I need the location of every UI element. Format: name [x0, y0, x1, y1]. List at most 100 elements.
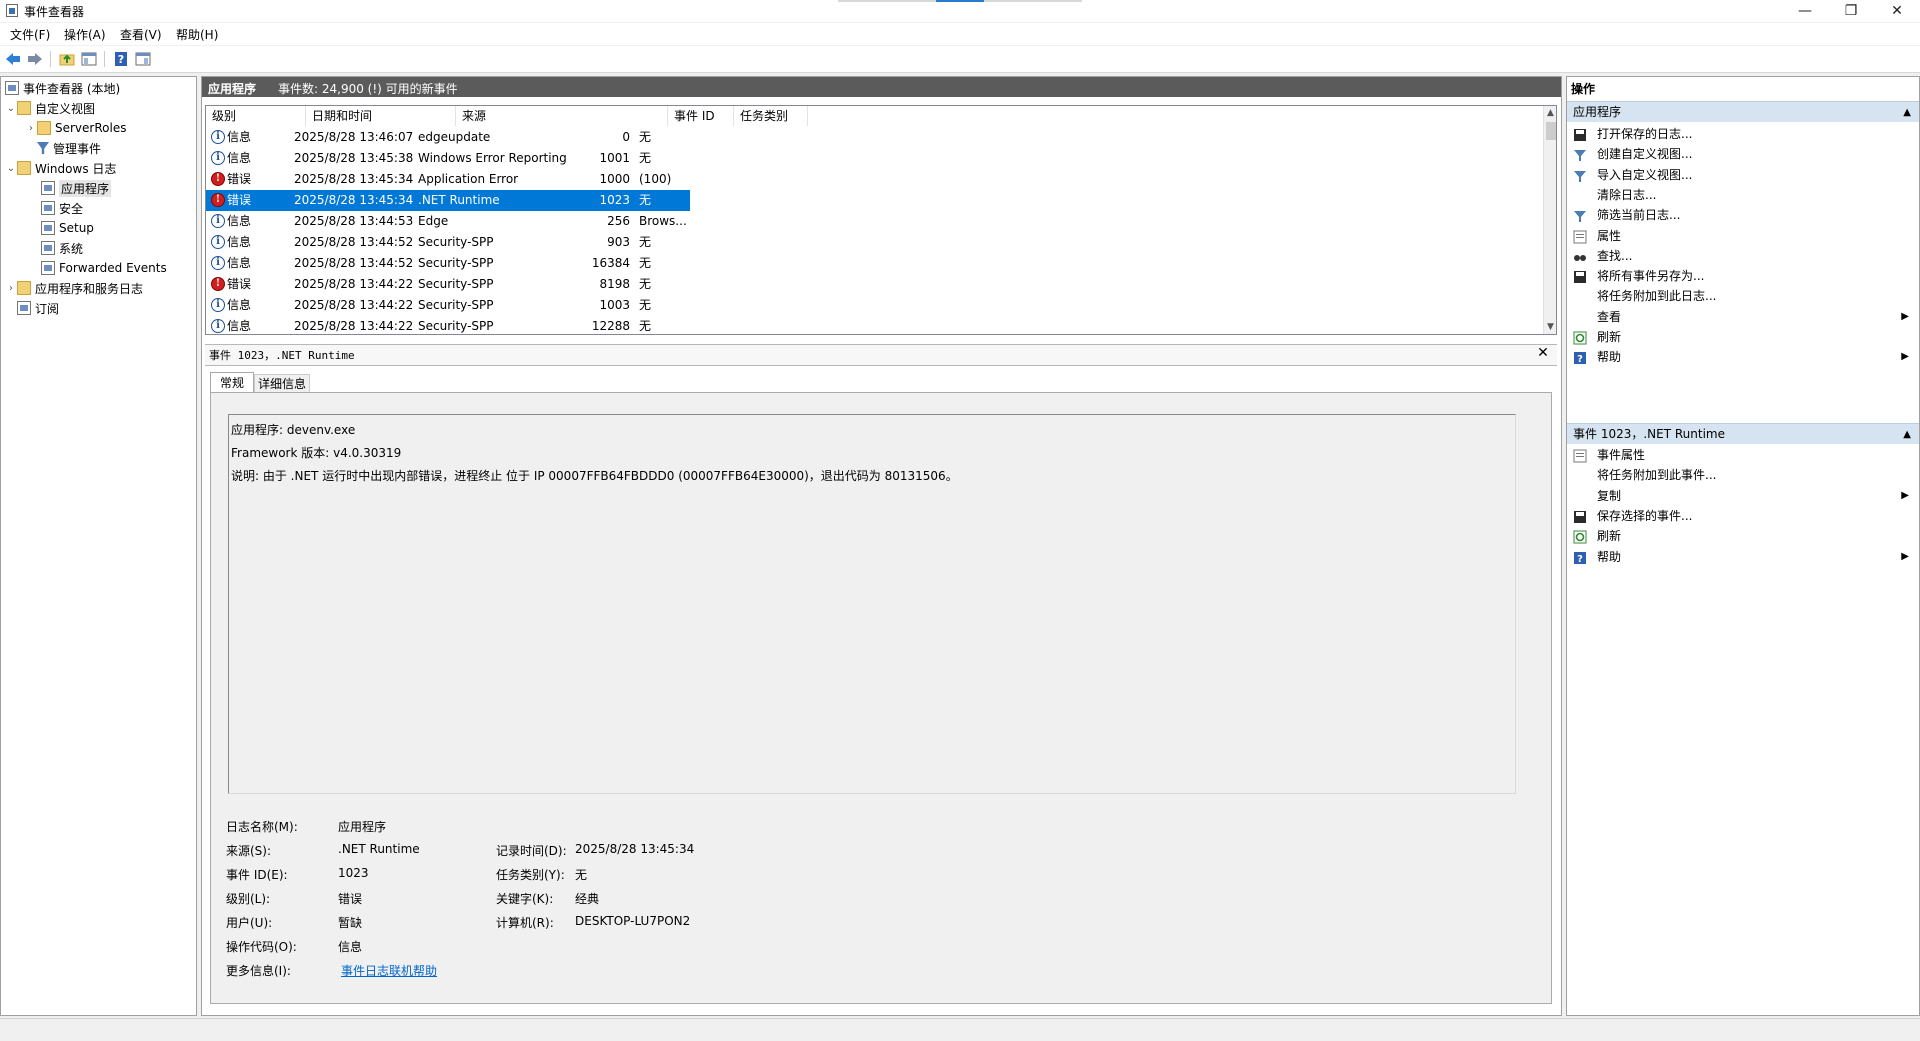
action-label: 清除日志...	[1597, 187, 1657, 202]
snap-indicator	[838, 0, 1082, 2]
action-help[interactable]: ? 帮助 ▶	[1567, 346, 1919, 368]
actions-section-application[interactable]: 应用程序 ▲	[1567, 101, 1919, 122]
help-icon[interactable]: ?	[112, 50, 130, 68]
minimize-button[interactable]: —	[1782, 0, 1828, 22]
action-event-properties[interactable]: 事件属性	[1567, 444, 1919, 466]
info-icon: i	[211, 235, 225, 249]
scroll-up-icon[interactable]: ▲	[1547, 108, 1554, 118]
tree-item-windows-logs[interactable]: ⌄ Windows 日志	[5, 159, 116, 177]
close-window-button[interactable]: ✕	[1874, 0, 1920, 22]
event-row[interactable]: i 信息 2025/8/28 13:44:52 Security-SPP 16384 无	[206, 253, 690, 274]
tab-details[interactable]: 详细信息	[254, 374, 310, 394]
info-icon: i	[211, 319, 225, 333]
tree-item-app-service-logs[interactable]: › 应用程序和服务日志	[5, 279, 143, 297]
column-task-category[interactable]: 任务类别	[734, 106, 808, 126]
action-refresh[interactable]: 刷新	[1567, 525, 1919, 547]
event-row[interactable]: i 信息 2025/8/28 13:44:52 Security-SPP 903 无	[206, 232, 690, 253]
tree-item-root[interactable]: 事件查看器 (本地)	[5, 79, 120, 97]
menu-help[interactable]: 帮助(H)	[176, 26, 218, 43]
event-row[interactable]: i 信息 2025/8/28 13:44:53 Edge 256 Brows...	[206, 211, 690, 232]
column-level[interactable]: 级别	[206, 106, 306, 126]
info-icon: i	[211, 151, 225, 165]
show-hide-tree-icon[interactable]	[80, 50, 98, 68]
menu-action[interactable]: 操作(A)	[64, 26, 106, 43]
tree-item-forwarded-events[interactable]: Forwarded Events	[41, 259, 167, 277]
expanded-chevron-icon[interactable]: ⌄	[5, 163, 17, 174]
action-attach-task[interactable]: 将任务附加到此日志...	[1567, 285, 1919, 307]
column-event-id[interactable]: 事件 ID	[668, 106, 734, 126]
error-icon: !	[211, 172, 225, 186]
action-properties[interactable]: 属性	[1567, 225, 1919, 247]
log-icon	[41, 201, 55, 215]
column-source[interactable]: 来源	[456, 106, 668, 126]
actions-section-event[interactable]: 事件 1023，.NET Runtime ▲	[1567, 423, 1919, 444]
action-label: 刷新	[1597, 330, 1622, 344]
show-action-pane-icon[interactable]	[134, 50, 152, 68]
tree-item-custom-views[interactable]: ⌄ 自定义视图	[5, 99, 95, 117]
restore-button[interactable]: ❐	[1828, 0, 1874, 22]
back-arrow-icon[interactable]	[4, 50, 22, 68]
event-row[interactable]: ! 错误 2025/8/28 13:44:22 Security-SPP 8198 无	[206, 274, 690, 295]
tab-general[interactable]: 常规	[210, 372, 254, 393]
event-row[interactable]: i 信息 2025/8/28 13:46:07 edgeupdate 0 无	[206, 127, 690, 148]
tree-item-subscriptions[interactable]: 订阅	[17, 299, 59, 317]
tree-item-system[interactable]: 系统	[41, 239, 83, 257]
tree-item-server-roles[interactable]: › ServerRoles	[25, 119, 126, 137]
event-row[interactable]: i 信息 2025/8/28 13:44:22 Security-SPP 12288 无	[206, 316, 690, 334]
online-help-link[interactable]: 事件日志联机帮助	[341, 962, 437, 979]
action-refresh[interactable]: 刷新	[1567, 326, 1919, 348]
action-save-selected-events[interactable]: 保存选择的事件...	[1567, 505, 1919, 527]
action-attach-task[interactable]: 将任务附加到此事件...	[1567, 464, 1919, 486]
event-description[interactable]: 应用程序: devenv.exe Framework 版本: v4.0.3031…	[228, 414, 1516, 794]
event-row[interactable]: i 信息 2025/8/28 13:44:22 Security-SPP 1003 无	[206, 295, 690, 316]
collapsed-chevron-icon[interactable]: ›	[25, 123, 37, 134]
event-id-label: 事件 ID(E):	[226, 868, 288, 882]
section-title: 应用程序	[1573, 105, 1622, 119]
submenu-arrow-icon: ▶	[1901, 550, 1909, 562]
tree-item-application[interactable]: 应用程序	[41, 179, 112, 197]
folder-icon	[37, 121, 51, 135]
event-id-cell: 8198	[599, 277, 630, 291]
event-list-scrollbar[interactable]: ▲ ▼	[1543, 106, 1556, 334]
action-save-all-events[interactable]: 将所有事件另存为...	[1567, 265, 1919, 287]
action-filter[interactable]: 筛选当前日志...	[1567, 204, 1919, 226]
expanded-chevron-icon[interactable]: ⌄	[5, 103, 17, 114]
action-label: 属性	[1597, 228, 1622, 243]
collapsed-chevron-icon[interactable]: ›	[5, 283, 17, 294]
action-copy[interactable]: 复制 ▶	[1567, 485, 1919, 507]
action-label: 帮助	[1597, 549, 1622, 564]
forward-arrow-icon[interactable]	[26, 50, 44, 68]
event-id-cell: 1000	[599, 172, 630, 186]
action-open-saved-log[interactable]: 打开保存的日志...	[1567, 123, 1919, 145]
log-icon	[41, 181, 55, 195]
svg-text:?: ?	[1577, 554, 1583, 565]
menu-file[interactable]: 文件(F)	[10, 26, 50, 43]
error-icon: !	[211, 277, 225, 291]
action-view[interactable]: 查看 ▶	[1567, 306, 1919, 328]
up-folder-icon[interactable]	[58, 50, 76, 68]
menu-view[interactable]: 查看(V)	[120, 26, 162, 43]
refresh-icon	[1573, 330, 1587, 345]
event-list[interactable]: 级别 日期和时间 来源 事件 ID 任务类别 i 信息 2025/8/28 13:4…	[205, 105, 1557, 335]
task-category-cell: 无	[639, 235, 652, 249]
action-help[interactable]: ? 帮助 ▶	[1567, 546, 1919, 568]
event-row[interactable]: i 信息 2025/8/28 13:45:38 Windows Error Repor…	[206, 148, 690, 169]
task-category-cell: 无	[639, 256, 652, 270]
scroll-thumb[interactable]	[1546, 122, 1556, 140]
collapse-caret-icon[interactable]: ▲	[1903, 424, 1911, 445]
action-find[interactable]: 查找...	[1567, 245, 1919, 267]
tree-item-security[interactable]: 安全	[41, 199, 83, 217]
action-create-custom-view[interactable]: 创建自定义视图...	[1567, 143, 1919, 165]
event-row[interactable]: ! 错误 2025/8/28 13:45:34 .NET Runtime 1023 无	[206, 190, 690, 211]
event-id-cell: 16384	[591, 256, 630, 270]
action-import-custom-view[interactable]: 导入自定义视图...	[1567, 164, 1919, 186]
tree-item-admin-events[interactable]: 管理事件	[37, 139, 101, 157]
close-detail-icon[interactable]: ✕	[1535, 345, 1551, 361]
event-id-cell: 12288	[591, 319, 630, 333]
column-datetime[interactable]: 日期和时间	[306, 106, 456, 126]
action-clear-log[interactable]: 清除日志...	[1567, 184, 1919, 206]
scroll-down-icon[interactable]: ▼	[1547, 322, 1554, 332]
collapse-caret-icon[interactable]: ▲	[1903, 102, 1911, 123]
event-row[interactable]: ! 错误 2025/8/28 13:45:34 Application Error 10…	[206, 169, 690, 190]
tree-item-setup[interactable]: Setup	[41, 219, 94, 237]
